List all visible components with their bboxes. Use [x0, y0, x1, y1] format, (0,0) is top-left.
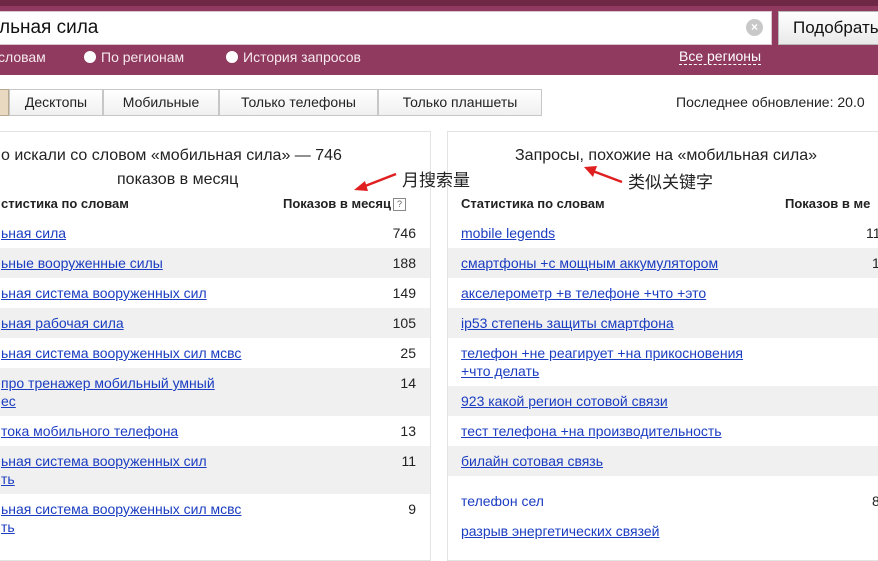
left-results-panel: о искали со словом «мобильная сила» — 74… — [0, 131, 431, 561]
count-value: 11 — [866, 225, 878, 241]
header-stripe — [0, 0, 878, 6]
right-arrow-icon — [584, 166, 623, 184]
keyword-link[interactable]: разрыв энергетических связей — [461, 522, 659, 540]
radio-by-regions[interactable]: По регионам — [84, 48, 184, 66]
right-col-count: Показов в ме — [785, 196, 871, 211]
radio-dot-icon — [226, 51, 238, 63]
count-value: 9 — [408, 501, 416, 517]
keyword-link[interactable]: телефон +не реагирует +на прикосновения — [461, 344, 743, 362]
table-row: про тренажер мобильный умный ес 14 — [0, 368, 430, 416]
count-value: 11 — [401, 453, 416, 469]
keyword-link[interactable]: билайн сотовая связь — [461, 452, 603, 470]
all-regions-link[interactable]: Все регионы — [679, 48, 762, 65]
count-value: 188 — [392, 255, 416, 271]
left-col-keywords: стистика по словам — [1, 196, 129, 211]
keyword-link[interactable]: ьная система вооруженных сил — [1, 452, 207, 470]
radio-label: словам — [0, 49, 46, 65]
left-col-count: Показов в месяц — [283, 196, 391, 211]
monthly-volume-note: 月搜索量 — [402, 171, 470, 190]
pick-button[interactable]: Подобрать — [778, 11, 878, 45]
help-icon[interactable]: ? — [392, 198, 406, 211]
table-row: ьная рабочая сила 105 — [0, 308, 430, 338]
clear-icon[interactable]: × — [746, 19, 763, 36]
radio-label: По регионам — [101, 49, 185, 65]
keyword-link[interactable]: ьная система вооруженных сил — [1, 284, 207, 302]
table-row: тест телефона +на производительность — [448, 416, 878, 446]
table-row: тока мобильного телефона 13 — [0, 416, 430, 446]
keyword-link[interactable]: ьная сила — [1, 224, 66, 242]
table-row: телефон +не реагирует +на прикосновения … — [448, 338, 878, 386]
count-value: 14 — [400, 375, 416, 391]
search-header: льная сила × Подобрать словам По региона… — [0, 0, 878, 75]
tab-mobile[interactable]: Мобильные — [103, 89, 219, 116]
keyword-link[interactable]: ьная система вооруженных сил мсвс — [1, 500, 241, 518]
radio-label: История запросов — [243, 49, 361, 65]
radio-by-words[interactable]: словам — [0, 48, 46, 66]
keyword-link[interactable]: акселерометр +в телефоне +что +это — [461, 284, 706, 302]
table-row: ьная система вооруженных сил ть 11 — [0, 446, 430, 494]
table-row: ip53 степень защиты смартфона — [448, 308, 878, 338]
keyword-link-cont[interactable]: ес — [1, 392, 16, 410]
count-value: 13 — [400, 423, 416, 439]
table-row: билайн сотовая связь — [448, 446, 878, 476]
count-value: 25 — [400, 345, 416, 361]
keyword-link[interactable]: 923 какой регион сотовой связи — [461, 392, 668, 410]
count-value: 1 — [872, 254, 878, 272]
tab-phones-only[interactable]: Только телефоны — [219, 89, 378, 116]
table-row: ьная система вооруженных сил мсвс 25 — [0, 338, 430, 368]
table-row: ьная система вооруженных сил мсвс ть 9 — [0, 494, 430, 542]
keyword-link[interactable]: ьные вооруженные силы — [1, 254, 163, 272]
table-row: акселерометр +в телефоне +что +это — [448, 278, 878, 308]
keyword-link[interactable]: ьная рабочая сила — [1, 314, 124, 332]
table-row: разрыв энергетических связей — [448, 506, 878, 539]
keyword-link[interactable]: тест телефона +на производительность — [461, 422, 722, 440]
table-row: ьная система вооруженных сил 149 — [0, 278, 430, 308]
left-arrow-icon — [354, 172, 397, 191]
keyword-link[interactable]: тока мобильного телефона — [1, 422, 178, 440]
right-results-panel: Запросы, похожие на «мобильная сила» Ста… — [447, 131, 878, 561]
right-col-keywords: Статистика по словам — [461, 196, 605, 211]
table-row: ьная сила 746 — [0, 218, 430, 248]
table-row: 923 какой регион сотовой связи — [448, 386, 878, 416]
left-col-count-head: Показов в месяц? — [283, 196, 406, 211]
right-panel-title: Запросы, похожие на «мобильная сила» — [515, 147, 817, 164]
table-row: mobile legends 11 — [448, 218, 878, 248]
table-row: ьные вооруженные силы 188 — [0, 248, 430, 278]
count-value: 746 — [392, 225, 416, 241]
last-update-text: Последнее обновление: 20.0 — [676, 94, 865, 110]
tab-all[interactable] — [0, 89, 9, 116]
keyword-link[interactable]: ьная система вооруженных сил мсвс — [1, 344, 241, 362]
tab-desktops[interactable]: Десктопы — [9, 89, 103, 116]
keyword-link-cont[interactable]: +что делать — [461, 362, 539, 380]
radio-query-history[interactable]: История запросов — [226, 48, 361, 66]
left-title-line1: о искали со словом «мобильная сила» — 74… — [1, 147, 342, 164]
search-input[interactable]: льная сила — [0, 11, 772, 45]
tab-tablets-only[interactable]: Только планшеты — [378, 89, 542, 116]
table-row: смартфоны +с мощным аккумулятором 1 — [448, 248, 878, 278]
similar-keywords-note: 类似关键字 — [628, 173, 713, 192]
keyword-link[interactable]: ip53 степень защиты смартфона — [461, 314, 674, 332]
keyword-link-cont[interactable]: ть — [1, 470, 15, 488]
count-value: 105 — [392, 315, 416, 331]
keyword-link[interactable]: смартфоны +с мощным аккумулятором — [461, 254, 718, 272]
table-row: телефон сел 8 — [448, 476, 878, 509]
keyword-link[interactable]: про тренажер мобильный умный — [1, 374, 215, 392]
keyword-link[interactable]: mobile legends — [461, 224, 555, 242]
radio-dot-icon — [84, 51, 96, 63]
count-value: 149 — [392, 285, 416, 301]
keyword-link-cont[interactable]: ть — [1, 518, 15, 536]
